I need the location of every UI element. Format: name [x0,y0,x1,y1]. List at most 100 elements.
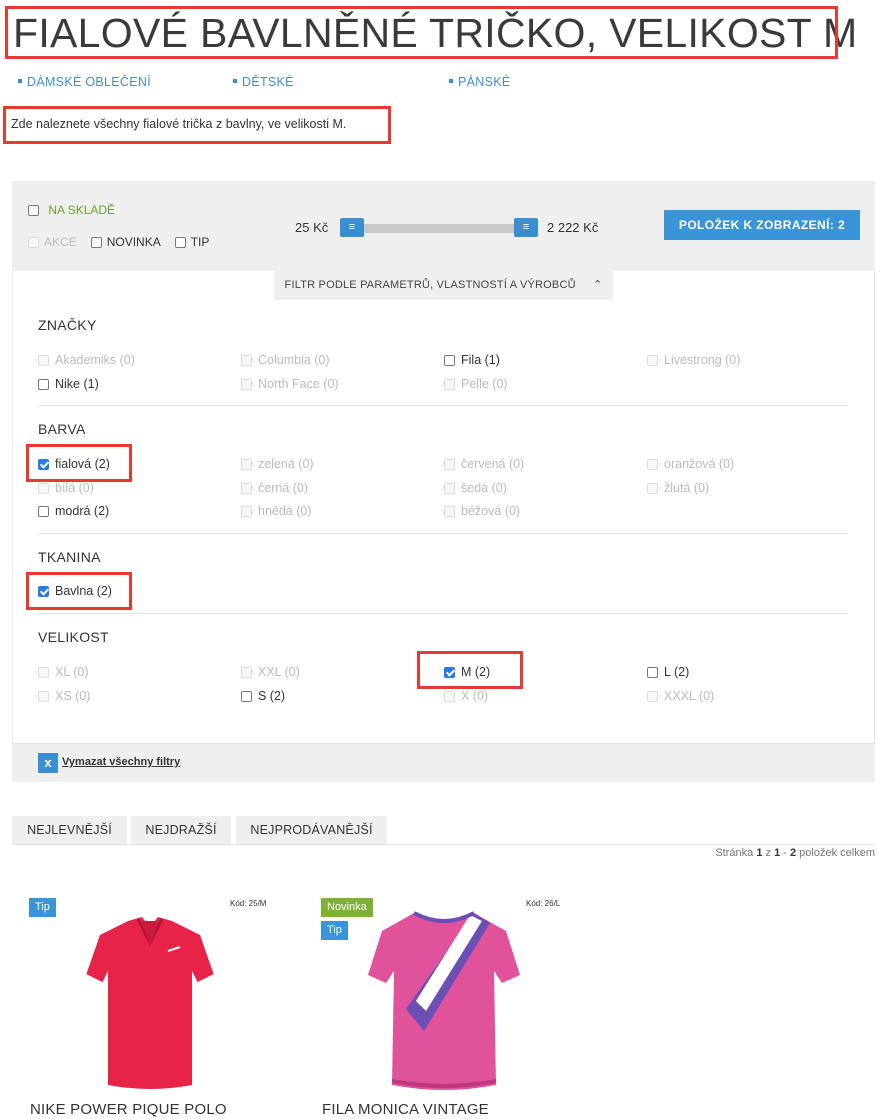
filter-option-label: X (0) [461,688,489,703]
filter-option-size: X (0) [444,689,488,703]
filter-option-label: zelená (0) [258,457,314,471]
sort-tab-cheapest[interactable]: NEJLEVNĚJŠÍ [12,816,127,844]
clear-filters-link[interactable]: Vymazat všechny filtry [62,756,180,768]
checkbox-new[interactable] [90,237,102,249]
filter-option-color: hnědá (0) [241,504,312,518]
filter-option-label: oranžová (0) [664,457,735,471]
category-links: DÁMSKÉ OBLEČENÍ DĚTSKÉ PÁNSKÉ [0,75,890,93]
filter-checkbox [647,355,658,367]
checkbox-action [28,237,39,249]
filter-option-label: Columbia (0) [258,353,330,367]
pager-info: Stránka 1 z 1 - 2 položek celkem [715,847,875,859]
filter-option-brands: Akademiks (0) [38,353,135,367]
highlight-box-description [3,106,391,144]
filter-in-stock[interactable]: NA SKLADĚ [28,203,115,217]
filter-option-color: červená (0) [444,457,524,471]
filter-option-color: černá (0) [241,481,308,495]
filter-option-size[interactable]: S (2) [241,689,285,703]
filter-group-title-size: VELIKOST [38,629,109,645]
highlight-box-size [417,651,523,689]
filter-option-label: bílá (0) [55,480,94,495]
filter-option-brands[interactable]: Fila (1) [444,353,500,367]
sort-bar: NEJLEVNĚJŠÍ NEJDRAŽŠÍ NEJPRODÁVANĚJŠÍ [12,816,875,845]
filter-checkbox[interactable] [38,378,49,390]
filter-option-size: XL (0) [38,665,89,679]
filter-option-label: North Face (0) [258,376,339,391]
filter-checkbox[interactable] [38,506,49,518]
price-max-label: 2 222 Kč [547,220,599,235]
product-name[interactable]: NIKE POWER PIQUE POLO [30,1101,227,1118]
filter-option-brands: Pelle (0) [444,377,508,391]
show-results-button[interactable]: POLOŽEK K ZOBRAZENÍ: 2 [664,210,860,240]
filter-option-size[interactable]: L (2) [647,665,689,679]
filter-checkbox[interactable] [241,690,252,702]
filter-checkbox [444,378,455,390]
category-link-kids[interactable]: DĚTSKÉ [233,75,294,89]
sort-tab-most-expensive[interactable]: NEJDRAŽŠÍ [131,816,231,844]
sort-tab-best-selling[interactable]: NEJPRODÁVANĚJŠÍ [236,816,387,844]
badge-tip: Tip [321,921,348,940]
filter-option-label: Fila (1) [461,353,500,367]
filter-option-label: béžová (0) [461,504,521,518]
filter-option-label: XS (0) [55,688,91,703]
filter-checkbox [647,690,658,702]
filter-checkbox[interactable] [444,355,455,367]
product-name[interactable]: FILA MONICA VINTAGE [322,1101,489,1118]
checkbox-in-stock[interactable] [28,205,39,217]
clear-x-icon[interactable]: x [38,753,58,773]
divider [38,405,848,406]
filter-checkbox[interactable] [647,667,658,679]
price-slider-track[interactable] [347,224,522,233]
divider [38,613,848,614]
divider [38,533,848,534]
clear-filters-bar: x Vymazat všechny filtry [12,744,875,782]
product-code: Kód: 25/M [230,899,267,908]
product-image-polo[interactable] [80,913,220,1093]
product-image-fila-shirt[interactable] [366,905,522,1093]
filter-option-color: šedá (0) [444,481,507,495]
filter-option-label: L (2) [664,665,690,679]
filter-checkbox [38,355,49,367]
filter-checkbox [38,667,49,679]
filter-option-brands: Columbia (0) [241,353,330,367]
filter-option-label: Livestrong (0) [664,353,741,367]
checkbox-tip[interactable] [174,237,186,249]
bullet-icon [18,78,22,83]
category-link-womens[interactable]: DÁMSKÉ OBLEČENÍ [18,75,151,89]
filter-flags: AKCE NOVINKA TIP [28,235,223,249]
filter-checkbox [241,482,252,494]
filter-option-label: XL (0) [55,665,89,679]
filter-checkbox [38,690,49,702]
filter-checkbox [241,506,252,518]
chevron-up-icon: ⌃ [593,279,603,291]
price-slider-handle-max[interactable]: ≡ [514,218,538,237]
highlight-box-fabric [26,572,132,610]
bullet-icon [449,78,453,83]
filter-option-label: žlutá (0) [664,480,710,495]
filter-option-label: šedá (0) [461,480,507,495]
filter-checkbox [647,459,658,471]
filter-checkbox [444,506,455,518]
filter-option-label: Akademiks (0) [55,353,135,367]
filter-option-color: bílá (0) [38,481,94,495]
filter-option-color: oranžová (0) [647,457,734,471]
price-slider-handle-min[interactable]: ≡ [340,218,364,237]
filter-checkbox [647,482,658,494]
filter-checkbox [241,355,252,367]
filter-option-label: XXL (0) [258,665,300,679]
filter-checkbox [38,482,49,494]
filter-checkbox [444,690,455,702]
filter-option-brands: North Face (0) [241,377,339,391]
highlight-box-color [26,444,132,482]
filter-option-brands[interactable]: Nike (1) [38,377,99,391]
parameter-filter-toggle[interactable]: FILTR PODLE PARAMETRŮ, VLASTNOSTÍ A VÝRO… [274,270,613,300]
badge-new: Novinka [321,898,373,917]
filter-checkbox [241,667,252,679]
filter-option-label: hnědá (0) [258,504,312,518]
filter-option-color[interactable]: modrá (2) [38,504,109,518]
category-link-mens[interactable]: PÁNSKÉ [449,75,511,89]
filter-checkbox [241,459,252,471]
bullet-icon [233,78,237,83]
filter-option-label: XXXL (0) [664,688,715,703]
filter-option-size: XXXL (0) [647,689,714,703]
